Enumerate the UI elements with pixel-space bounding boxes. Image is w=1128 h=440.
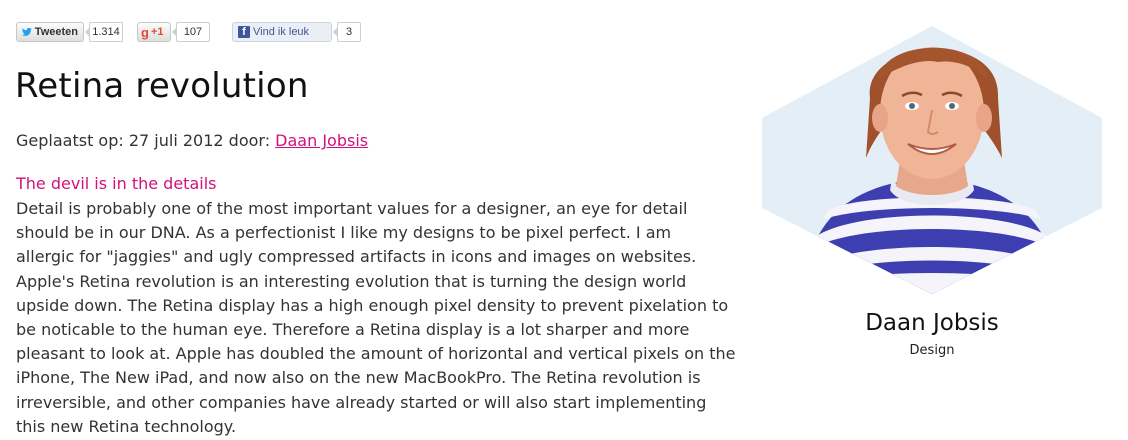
body-line: irreversible, and other companies have a… bbox=[16, 392, 707, 412]
body-line: iPhone, The New iPad, and now also on th… bbox=[16, 368, 701, 388]
facebook-like-count: 3 bbox=[333, 22, 361, 42]
author-photo bbox=[762, 26, 1102, 294]
body-line: this new Retina technology. bbox=[16, 416, 237, 436]
tweet-button[interactable]: Tweeten bbox=[16, 22, 84, 42]
body-line: Detail is probably one of the most impor… bbox=[16, 199, 688, 218]
article-subheading: The devil is in the details bbox=[16, 174, 217, 193]
body-line: should be in our DNA. As a perfectionist… bbox=[16, 223, 672, 243]
author-name: Daan Jobsis bbox=[865, 310, 999, 336]
tweet-label: Tweeten bbox=[34, 26, 78, 38]
author-profile: Daan Jobsis Design bbox=[762, 18, 1102, 358]
google-plus-label: +1 bbox=[150, 26, 164, 38]
tweet-count: 1.314 bbox=[85, 22, 123, 42]
body-line: pleasant to look at. Apple has doubled t… bbox=[16, 344, 736, 364]
author-link[interactable]: Daan Jobsis bbox=[275, 131, 368, 150]
body-line: Apple's Retina revolution is an interest… bbox=[16, 271, 687, 291]
body-line: upside down. The Retina display has a hi… bbox=[16, 295, 729, 315]
facebook-icon: f bbox=[238, 26, 250, 38]
facebook-like-button[interactable]: f Vind ik leuk bbox=[232, 22, 332, 42]
google-plus-button[interactable]: g +1 bbox=[137, 22, 171, 42]
author-role: Design bbox=[909, 343, 955, 358]
article-body: Detail is probably one of the most impor… bbox=[16, 197, 736, 439]
article-title: Retina revolution bbox=[15, 66, 309, 106]
body-line: be noticable to the human eye. Therefore… bbox=[16, 320, 690, 340]
twitter-icon bbox=[22, 27, 32, 36]
google-plus-count: 107 bbox=[172, 22, 210, 42]
article-meta: Geplaatst op: 27 juli 2012 door: Daan Jo… bbox=[16, 131, 368, 150]
post-date-text: Geplaatst op: 27 juli 2012 door: bbox=[16, 131, 271, 150]
body-line: allergic for "jaggies" and ugly compress… bbox=[16, 247, 697, 267]
facebook-like-label: Vind ik leuk bbox=[253, 26, 310, 38]
google-plus-icon: g bbox=[141, 24, 149, 40]
